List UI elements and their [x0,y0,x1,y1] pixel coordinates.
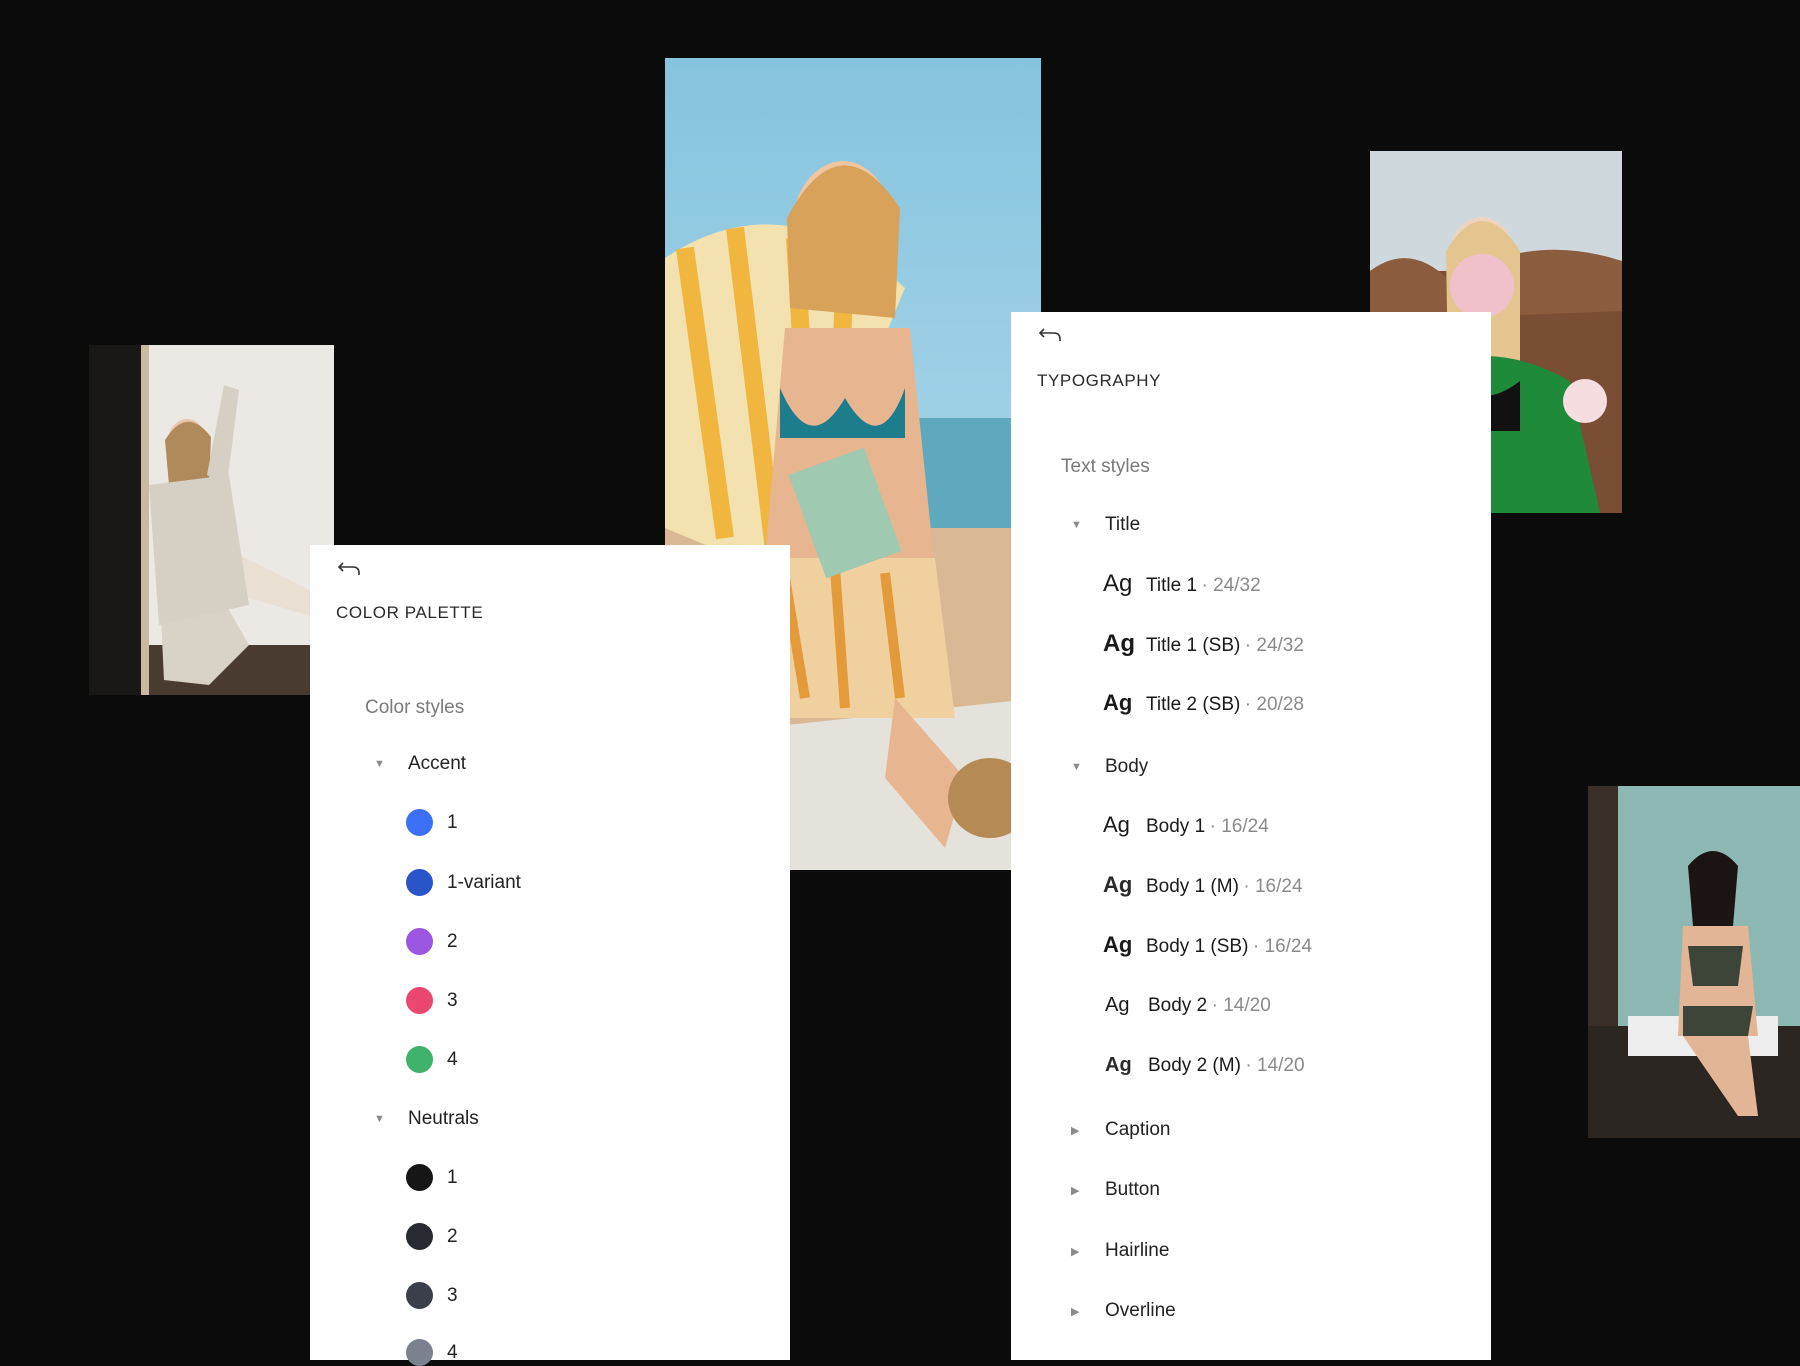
caret-down-icon: ▼ [374,758,385,770]
style-spec: · 16/24 [1243,876,1303,897]
back-arrow-icon[interactable] [337,560,363,578]
caret-right-icon: ▶ [1071,1305,1080,1318]
swatch-label: 4 [447,1048,458,1070]
style-name: Body 1 [1146,816,1206,837]
style-name: Body 2 [1148,995,1208,1016]
style-spec: · 24/32 [1244,635,1304,656]
caret-down-icon: ▼ [374,1113,385,1125]
text-style-body-1-m[interactable]: Ag Body 1 (M) · 16/24 [1103,872,1303,898]
group-caption[interactable]: ▶ Caption [1071,1119,1171,1141]
color-swatch [406,1223,433,1250]
style-spec: · 16/24 [1252,936,1313,957]
color-swatch [406,1164,433,1191]
group-label: Neutrals [408,1108,479,1129]
color-palette-panel [310,545,790,1360]
style-spec: · 20/28 [1244,694,1304,715]
type-sample: Ag [1103,812,1130,837]
photo-woman-window [1588,786,1800,1138]
color-swatch [406,869,433,896]
style-spec: · 16/24 [1209,816,1269,837]
style-spec: · 14/20 [1211,995,1271,1016]
text-style-body-1[interactable]: Ag Body 1 · 16/24 [1103,812,1269,838]
swatch-label: 1 [447,811,458,833]
group-label: Hairline [1105,1240,1170,1261]
style-name: Title 1 (SB) [1146,635,1241,656]
style-name: Body 1 (SB) [1146,936,1249,957]
swatch-accent-2[interactable]: 2 [406,928,458,955]
panel-title: TYPOGRAPHY [1037,371,1162,390]
style-name: Title 2 (SB) [1146,694,1241,715]
text-style-title-1[interactable]: Ag Title 1 · 24/32 [1103,570,1261,598]
type-sample: Ag [1103,690,1133,715]
color-swatch [406,1046,433,1073]
type-sample: Ag [1105,1054,1132,1076]
caret-down-icon: ▼ [1071,761,1082,773]
swatch-label: 4 [447,1341,458,1363]
group-title[interactable]: ▼ Title [1071,514,1140,536]
caret-right-icon: ▶ [1071,1245,1080,1258]
group-label: Accent [408,753,467,774]
group-neutrals[interactable]: ▼ Neutrals [374,1108,479,1130]
style-spec: · 24/32 [1201,575,1261,596]
swatch-accent-4[interactable]: 4 [406,1046,458,1073]
swatch-accent-3[interactable]: 3 [406,987,458,1014]
text-style-body-2[interactable]: Ag Body 2 · 14/20 [1105,994,1271,1017]
caret-down-icon: ▼ [1071,519,1082,531]
group-label: Button [1105,1179,1160,1200]
group-label: Caption [1105,1119,1171,1140]
text-style-title-1-sb[interactable]: Ag Title 1 (SB) · 24/32 [1103,630,1304,658]
photo-woman-trench-coat [89,345,334,695]
swatch-label: 2 [447,930,458,952]
group-label: Overline [1105,1300,1176,1321]
color-swatch [406,987,433,1014]
type-sample: Ag [1103,932,1133,957]
type-sample: Ag [1103,630,1135,657]
group-button[interactable]: ▶ Button [1071,1179,1160,1201]
color-swatch [406,1282,433,1309]
type-sample: Ag [1103,872,1133,897]
swatch-neutral-1[interactable]: 1 [406,1164,458,1191]
caret-right-icon: ▶ [1071,1124,1080,1137]
type-sample: Ag [1103,570,1133,597]
section-label-text-styles: Text styles [1061,456,1150,477]
color-swatch [406,809,433,836]
group-accent[interactable]: ▼ Accent [374,753,466,775]
style-name: Body 2 (M) [1148,1055,1241,1076]
swatch-label: 1-variant [447,871,521,893]
group-overline[interactable]: ▶ Overline [1071,1300,1176,1322]
swatch-neutral-3[interactable]: 3 [406,1282,458,1309]
text-style-body-2-m[interactable]: Ag Body 2 (M) · 14/20 [1105,1054,1305,1077]
group-body[interactable]: ▼ Body [1071,756,1148,778]
swatch-accent-1-variant[interactable]: 1-variant [406,869,521,896]
text-style-body-1-sb[interactable]: Ag Body 1 (SB) · 16/24 [1103,932,1312,958]
group-hairline[interactable]: ▶ Hairline [1071,1240,1169,1262]
color-swatch [406,1339,433,1366]
group-label: Title [1105,514,1141,535]
section-label-color-styles: Color styles [365,697,465,718]
back-arrow-icon[interactable] [1038,326,1064,344]
type-sample: Ag [1105,994,1130,1016]
swatch-label: 2 [447,1225,458,1247]
swatch-label: 1 [447,1166,458,1188]
group-label: Body [1105,756,1149,777]
swatch-neutral-4[interactable]: 4 [406,1339,458,1366]
style-name: Body 1 (M) [1146,876,1239,897]
style-spec: · 14/20 [1245,1055,1305,1076]
swatch-label: 3 [447,989,458,1011]
style-name: Title 1 [1146,575,1198,596]
text-style-title-2-sb[interactable]: Ag Title 2 (SB) · 20/28 [1103,690,1304,716]
swatch-neutral-2[interactable]: 2 [406,1223,458,1250]
caret-right-icon: ▶ [1071,1184,1080,1197]
color-swatch [406,928,433,955]
swatch-accent-1[interactable]: 1 [406,809,458,836]
panel-title: COLOR PALETTE [336,603,484,622]
swatch-label: 3 [447,1284,458,1306]
